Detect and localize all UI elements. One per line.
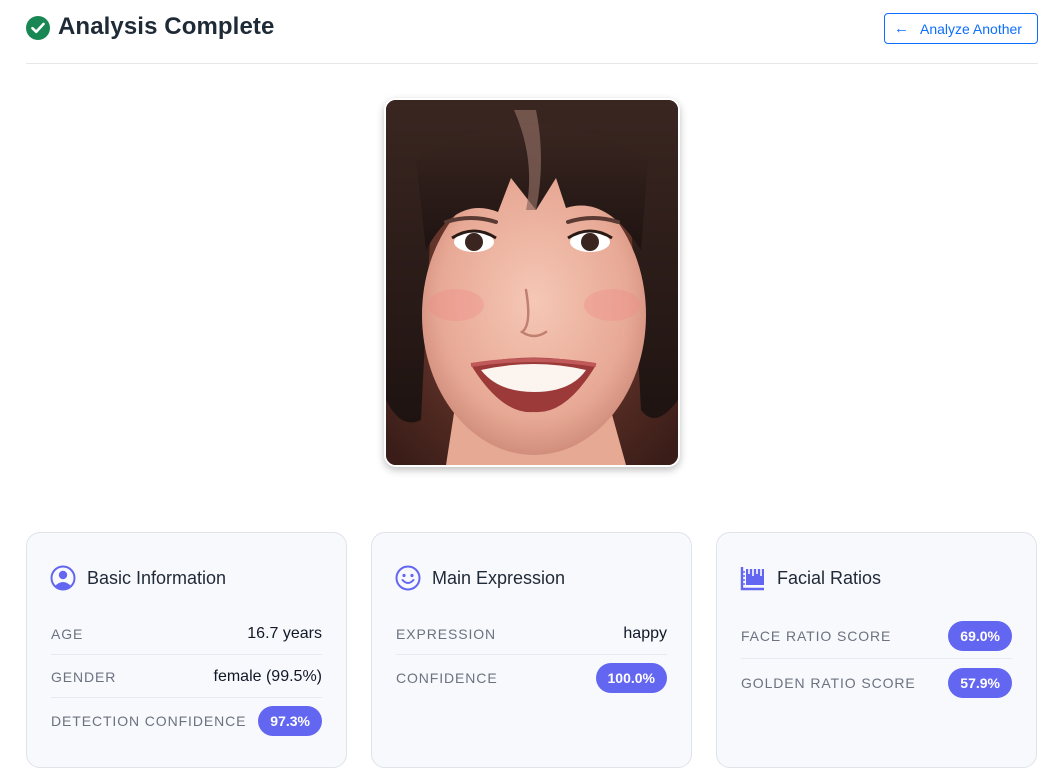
facial-ratios-card: Facial Ratios FACE RATIO SCORE 69.0% GOL…	[716, 532, 1037, 768]
gender-label: GENDER	[51, 668, 117, 685]
analyze-another-label: Analyze Another	[920, 20, 1022, 37]
page-title: Analysis Complete	[58, 13, 275, 40]
confidence-label: CONFIDENCE	[396, 670, 498, 686]
detection-confidence-badge: 97.3%	[258, 706, 322, 736]
main-expression-title: Main Expression	[432, 567, 566, 588]
basic-information-title: Basic Information	[87, 567, 227, 588]
detection-confidence-row: DETECTION CONFIDENCE 97.3%	[51, 698, 322, 744]
confidence-row: CONFIDENCE 100.0%	[396, 655, 667, 701]
age-value: 16.7 years	[247, 625, 322, 642]
gender-value: female (99.5%)	[213, 667, 323, 685]
basic-information-header: Basic Information	[50, 564, 226, 592]
detection-confidence-label: DETECTION CONFIDENCE	[51, 713, 247, 729]
face-ratio-badge: 69.0%	[948, 621, 1012, 651]
analysis-page: Analysis Complete ← Analyze Another Basi…	[0, 0, 1044, 779]
expression-value: happy	[623, 625, 667, 642]
facial-ratios-title: Facial Ratios	[777, 567, 882, 588]
age-row: AGE 16.7 years	[51, 613, 322, 655]
smiley-face-icon	[395, 565, 421, 591]
check-circle-icon	[26, 16, 50, 40]
expression-row: EXPRESSION happy	[396, 613, 667, 655]
golden-ratio-row: GOLDEN RATIO SCORE 57.9%	[741, 659, 1012, 706]
facial-ratios-header: Facial Ratios	[740, 564, 881, 592]
arrow-left-icon: ←	[894, 20, 909, 37]
confidence-badge: 100.0%	[595, 663, 667, 693]
page-header: Analysis Complete ← Analyze Another	[26, 0, 1038, 64]
age-label: AGE	[51, 626, 84, 642]
face-ratio-label: FACE RATIO SCORE	[741, 628, 892, 644]
main-expression-card: Main Expression EXPRESSION happy CONFIDE…	[371, 532, 692, 768]
ruler-chart-icon	[740, 567, 764, 591]
expression-label: EXPRESSION	[396, 626, 497, 642]
basic-information-card: Basic Information AGE 16.7 years GENDER …	[26, 532, 347, 768]
golden-ratio-label: GOLDEN RATIO SCORE	[741, 674, 916, 691]
golden-ratio-badge: 57.9%	[948, 667, 1012, 698]
gender-row: GENDER female (99.5%)	[51, 655, 322, 698]
analyze-another-button[interactable]: ← Analyze Another	[884, 13, 1038, 44]
face-photo	[384, 98, 680, 467]
main-expression-header: Main Expression	[395, 564, 565, 592]
face-ratio-row: FACE RATIO SCORE 69.0%	[741, 613, 1012, 659]
user-circle-icon	[50, 565, 76, 591]
